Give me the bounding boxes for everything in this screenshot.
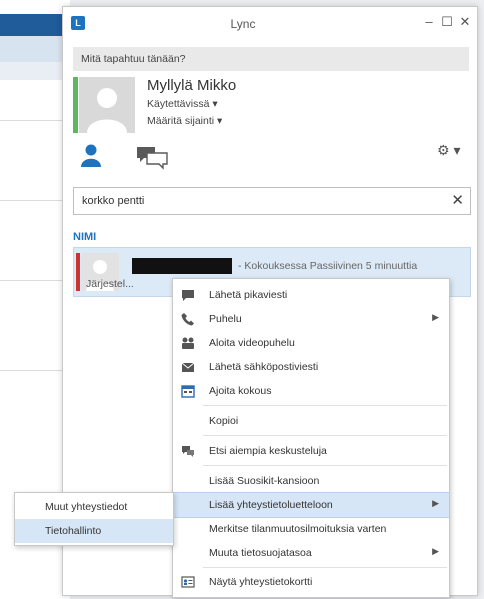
- clear-search-icon[interactable]: ✕: [451, 191, 464, 209]
- chat-icon: [182, 290, 194, 301]
- background-divider: [0, 200, 70, 201]
- status-message-placeholder: Mitä tapahtuu tänään?: [81, 53, 186, 65]
- presence-indicator: [73, 77, 78, 133]
- menu-item-label: Lähetä pikaviesti: [209, 289, 288, 301]
- search-field[interactable]: ✕: [73, 187, 471, 215]
- menu-item-copy[interactable]: Kopioi: [173, 409, 449, 433]
- menu-item-add-to-favorites[interactable]: Lisää Suosikit-kansioon: [173, 469, 449, 493]
- status-message-input[interactable]: Mitä tapahtuu tänään?: [73, 47, 469, 71]
- menu-item-label: Lähetä sähköpostiviesti: [209, 361, 319, 373]
- submenu-arrow-icon: ▶: [432, 546, 439, 556]
- menu-item-label: Merkitse tilanmuutosilmoituksia varten: [209, 523, 387, 535]
- contact-card-icon: [181, 576, 195, 588]
- conversations-icon: [137, 147, 168, 170]
- menu-item-label: Näytä yhteystietokortti: [209, 576, 313, 588]
- avatar[interactable]: [79, 77, 135, 133]
- video-icon: [182, 337, 194, 349]
- menu-item-label: Puhelu: [209, 313, 242, 325]
- user-name: Myllylä Mikko: [147, 77, 237, 94]
- menu-item-video-call[interactable]: Aloita videopuhelu: [173, 331, 449, 355]
- background-divider: [0, 370, 70, 371]
- history-icon: [182, 446, 194, 457]
- location-dropdown[interactable]: Määritä sijainti ▾: [147, 115, 222, 127]
- background-divider: [0, 280, 70, 281]
- menu-item-show-contact-card[interactable]: Näytä yhteystietokortti: [173, 570, 449, 594]
- person-silhouette-icon: [87, 88, 127, 133]
- submenu-item-it-department[interactable]: Tietohallinto: [15, 519, 173, 543]
- background-ribbon: [0, 36, 70, 62]
- menu-item-label: Etsi aiempia keskusteluja: [209, 445, 327, 457]
- window-title: Lync: [230, 17, 256, 31]
- menu-item-label: Aloita videopuhelu: [209, 337, 295, 349]
- menu-item-label: Lisää Suosikit-kansioon: [209, 475, 320, 487]
- contact-group-submenu: Muut yhteystiedot Tietohallinto: [14, 492, 174, 546]
- tab-conversations[interactable]: [135, 144, 171, 170]
- menu-item-label: Ajoita kokous: [209, 385, 272, 397]
- contact-context-menu: Lähetä pikaviesti Puhelu ▶ Aloita videop…: [172, 278, 450, 598]
- minimize-button[interactable]: –: [419, 13, 439, 31]
- contacts-icon: [81, 144, 101, 167]
- contact-secondary-info: Järjestel...: [86, 278, 134, 290]
- options-button[interactable]: ⚙ ▾: [437, 142, 467, 164]
- menu-separator: [203, 465, 447, 466]
- menu-separator: [203, 567, 447, 568]
- menu-item-change-privacy[interactable]: Muuta tietosuojatasoa ▶: [173, 541, 449, 565]
- menu-item-label: Muuta tietosuojatasoa: [209, 547, 312, 559]
- submenu-arrow-icon: ▶: [432, 498, 439, 508]
- title-bar[interactable]: L Lync – ☐ ✕: [63, 7, 477, 39]
- background-toolbar: [0, 62, 70, 80]
- menu-item-schedule-meeting[interactable]: Ajoita kokous: [173, 379, 449, 403]
- background-divider: [0, 120, 70, 121]
- redacted-contact-name: [132, 258, 232, 274]
- maximize-button[interactable]: ☐: [437, 13, 457, 31]
- search-input[interactable]: [80, 192, 434, 210]
- menu-item-send-email[interactable]: Lähetä sähköpostiviesti: [173, 355, 449, 379]
- menu-separator: [203, 405, 447, 406]
- submenu-item-label: Tietohallinto: [45, 525, 102, 537]
- presence-indicator: [76, 253, 80, 291]
- phone-icon: [181, 313, 194, 326]
- background-titlebar: [0, 14, 70, 36]
- menu-item-add-to-contact-list[interactable]: Lisää yhteystietoluetteloon ▶: [173, 492, 449, 518]
- menu-item-label: Kopioi: [209, 415, 239, 427]
- submenu-item-other-contacts[interactable]: Muut yhteystiedot: [15, 495, 173, 519]
- menu-separator: [203, 435, 447, 436]
- submenu-item-label: Muut yhteystiedot: [45, 501, 128, 513]
- contact-activity-status: - Kokouksessa Passiivinen 5 minuuttia: [238, 260, 418, 272]
- results-section-header: NIMI: [73, 231, 97, 243]
- menu-item-send-im[interactable]: Lähetä pikaviesti: [173, 283, 449, 307]
- menu-item-find-conversations[interactable]: Etsi aiempia keskusteluja: [173, 439, 449, 463]
- menu-item-label: Lisää yhteystietoluetteloon: [209, 499, 333, 511]
- calendar-icon: [181, 385, 195, 398]
- tab-contacts[interactable]: [79, 143, 103, 169]
- submenu-arrow-icon: ▶: [432, 312, 439, 322]
- close-button[interactable]: ✕: [455, 13, 475, 31]
- menu-item-tag-status-changes[interactable]: Merkitse tilanmuutosilmoituksia varten: [173, 517, 449, 541]
- presence-status-dropdown[interactable]: Käytettävissä ▾: [147, 98, 218, 110]
- menu-item-call[interactable]: Puhelu ▶: [173, 307, 449, 331]
- email-icon: [181, 362, 195, 372]
